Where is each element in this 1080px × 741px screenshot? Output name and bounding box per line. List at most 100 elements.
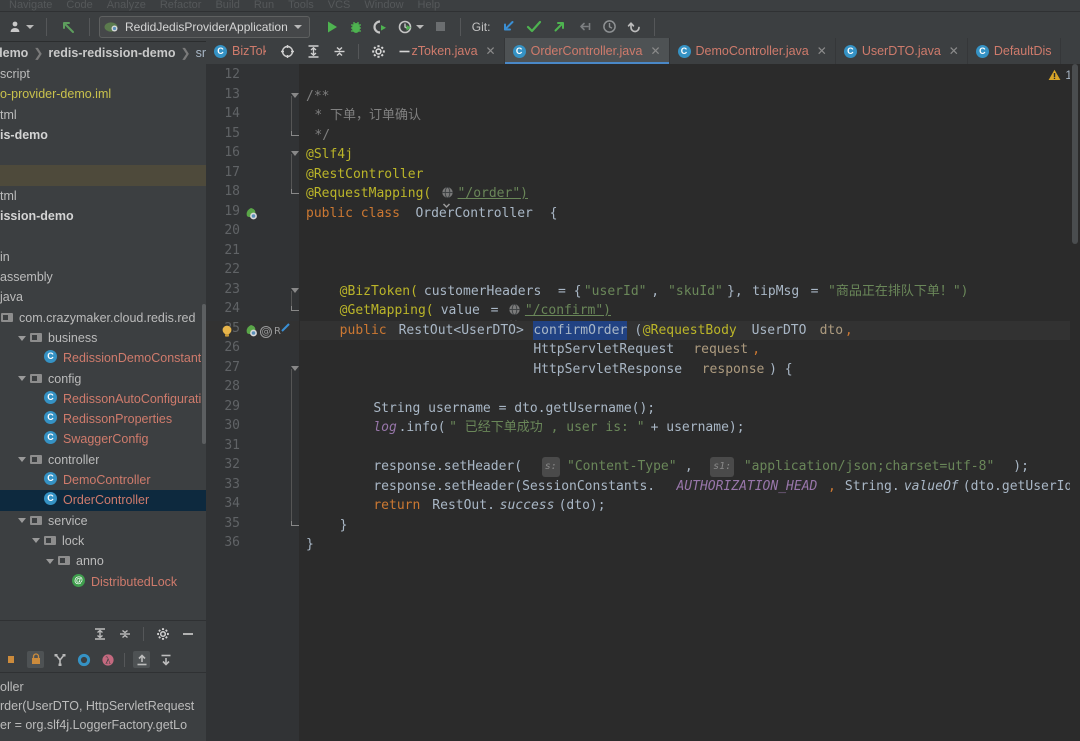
editor-tab-ordercontroller-java[interactable]: C OrderController.java ✕ [504, 38, 670, 64]
back-arrow-icon[interactable] [56, 16, 80, 38]
menu-item-run[interactable]: Run [247, 0, 281, 11]
menu-item-analyze[interactable]: Analyze [100, 0, 153, 11]
expand-all-icon[interactable] [306, 43, 322, 60]
editor-tab-label: DefaultDis [993, 44, 1052, 58]
menu-item-window[interactable]: Window [357, 0, 410, 11]
chevron-down-icon[interactable] [16, 454, 27, 465]
scroll-to-source-icon[interactable] [157, 651, 174, 668]
profile-button[interactable] [395, 16, 427, 38]
scroll-from-source-icon[interactable] [133, 651, 150, 668]
hide-panel-icon[interactable] [396, 43, 412, 60]
stop-button[interactable] [431, 16, 451, 38]
tree-item-com-crazymaker-cloud-redis-red[interactable]: com.crazymaker.cloud.redis.red [0, 308, 206, 328]
locate-icon[interactable] [280, 43, 296, 60]
revert-icon[interactable] [624, 16, 645, 38]
editor-vertical-scrollbar[interactable] [1070, 64, 1080, 741]
scrollbar-thumb[interactable] [1072, 64, 1078, 244]
close-icon[interactable]: ✕ [949, 44, 959, 58]
structure-item[interactable]: er = org.slf4j.LoggerFactory.getLo [0, 715, 206, 734]
structure-list[interactable]: oller rder(UserDTO, HttpServletRequest er … [0, 673, 206, 734]
breadcrumb-item-ingboot-demo[interactable]: ingboot-demo [0, 46, 31, 60]
tree-item-assembly[interactable]: assembly [0, 267, 206, 287]
structure-item[interactable]: oller [0, 677, 206, 696]
tree-item-config[interactable]: config [0, 368, 206, 388]
avatar-dropdown[interactable] [6, 16, 37, 38]
tree-item-o-provider-demo-iml[interactable]: o-provider-demo.iml [0, 84, 206, 104]
run-button[interactable] [322, 16, 342, 38]
override-icon[interactable]: @ R [260, 322, 294, 338]
tree-item-controller[interactable]: controller [0, 450, 206, 470]
close-icon[interactable]: ✕ [650, 44, 660, 58]
tree-item[interactable] [0, 226, 206, 246]
project-tree[interactable]: script o-provider-demo.iml tml is-demo tml is… [0, 64, 206, 620]
structure-item[interactable]: rder(UserDTO, HttpServletRequest [0, 696, 206, 715]
menu-item-help[interactable]: Help [411, 0, 448, 11]
show-properties-icon[interactable] [75, 651, 92, 668]
show-fields-icon[interactable] [27, 651, 44, 668]
inspection-status[interactable]: 1 [1048, 68, 1072, 82]
show-lambdas-icon[interactable]: λ [99, 651, 116, 668]
tree-item-tml[interactable]: tml [0, 186, 206, 206]
debug-button[interactable] [346, 16, 366, 38]
breadcrumb-item-redis-redission-demo[interactable]: redis-redission-demo [45, 46, 178, 60]
sort-alpha-icon[interactable] [6, 651, 20, 668]
tree-item-service[interactable]: service [0, 511, 206, 531]
settings-gear-icon[interactable] [154, 626, 171, 643]
editor-tab-userdto-java[interactable]: C UserDTO.java ✕ [836, 38, 968, 64]
chevron-down-icon[interactable] [30, 535, 41, 546]
menu-item-tools[interactable]: Tools [281, 0, 321, 11]
tree-item[interactable] [0, 165, 206, 186]
tree-item-script[interactable]: script [0, 64, 206, 84]
tree-item-ission-demo[interactable]: ission-demo [0, 206, 206, 226]
update-file-icon[interactable] [574, 16, 595, 38]
chevron-down-icon[interactable] [16, 373, 27, 384]
commit-icon[interactable] [523, 16, 545, 38]
tree-item[interactable] [0, 145, 206, 165]
editor-tab-defaultdis[interactable]: C DefaultDis [968, 38, 1061, 64]
menu-item-navigate[interactable]: Navigate [2, 0, 59, 11]
tree-item-java[interactable]: java [0, 287, 206, 307]
tree-item-business[interactable]: business [0, 328, 206, 348]
close-icon[interactable]: ✕ [817, 44, 827, 58]
menu-item-refactor[interactable]: Refactor [153, 0, 209, 11]
menu-item-code[interactable]: Code [59, 0, 99, 11]
spring-bean-icon[interactable] [244, 324, 258, 338]
tree-item-distributedlock[interactable]: DistributedLock [0, 571, 206, 591]
hide-panel-icon[interactable] [179, 626, 196, 643]
push-icon[interactable] [549, 16, 570, 38]
settings-gear-icon[interactable] [370, 43, 386, 60]
close-icon[interactable]: ✕ [486, 44, 496, 58]
tree-item-redissonproperties[interactable]: RedissonProperties [0, 409, 206, 429]
code-token: = [482, 303, 507, 318]
menu-item-vcs[interactable]: VCS [321, 0, 358, 11]
run-with-coverage-button[interactable] [370, 16, 391, 38]
chevron-down-icon[interactable] [44, 556, 55, 567]
tree-item-swaggerconfig[interactable]: SwaggerConfig [0, 429, 206, 449]
chevron-down-icon[interactable] [16, 333, 27, 344]
update-project-icon[interactable] [498, 16, 519, 38]
tree-item-ordercontroller[interactable]: OrderController [0, 490, 206, 511]
tree-item-tml[interactable]: tml [0, 105, 206, 125]
expand-all-icon[interactable] [91, 626, 108, 643]
show-history-icon[interactable] [599, 16, 620, 38]
tree-item-lock[interactable]: lock [0, 531, 206, 551]
chevron-down-icon[interactable] [16, 515, 27, 526]
tree-item-redissonautoconfigurati[interactable]: RedissonAutoConfigurati [0, 389, 206, 409]
intention-bulb-icon[interactable] [220, 324, 234, 338]
menu-item-build[interactable]: Build [208, 0, 246, 11]
spring-bean-icon[interactable] [244, 207, 258, 221]
folder-icon [29, 331, 44, 345]
collapse-all-icon[interactable] [332, 43, 348, 60]
show-inherited-icon[interactable] [51, 651, 68, 668]
run-configuration-selector[interactable]: RedidJedisProviderApplication [99, 15, 310, 38]
tree-item-democontroller[interactable]: DemoController [0, 470, 206, 490]
tree-item-redissiondemoconstant[interactable]: RedissionDemoConstant [0, 348, 206, 368]
tree-item-in[interactable]: in [0, 247, 206, 267]
collapse-all-icon[interactable] [116, 626, 133, 643]
tree-item-is-demo[interactable]: is-demo [0, 125, 206, 145]
editor-tab-democontroller-java[interactable]: C DemoController.java ✕ [670, 38, 836, 64]
editor-gutter[interactable]: 12 13 14 15 16 17 18 19 20 21 22 23 24 25 @ R 26 27 28 29 30… [206, 64, 300, 741]
line-number: 19 [224, 203, 240, 219]
code-content[interactable]: /** * 下单，订单确认 */ @Slf4j @RestController @Requ… [300, 64, 1080, 741]
tree-item-anno[interactable]: anno [0, 551, 206, 571]
